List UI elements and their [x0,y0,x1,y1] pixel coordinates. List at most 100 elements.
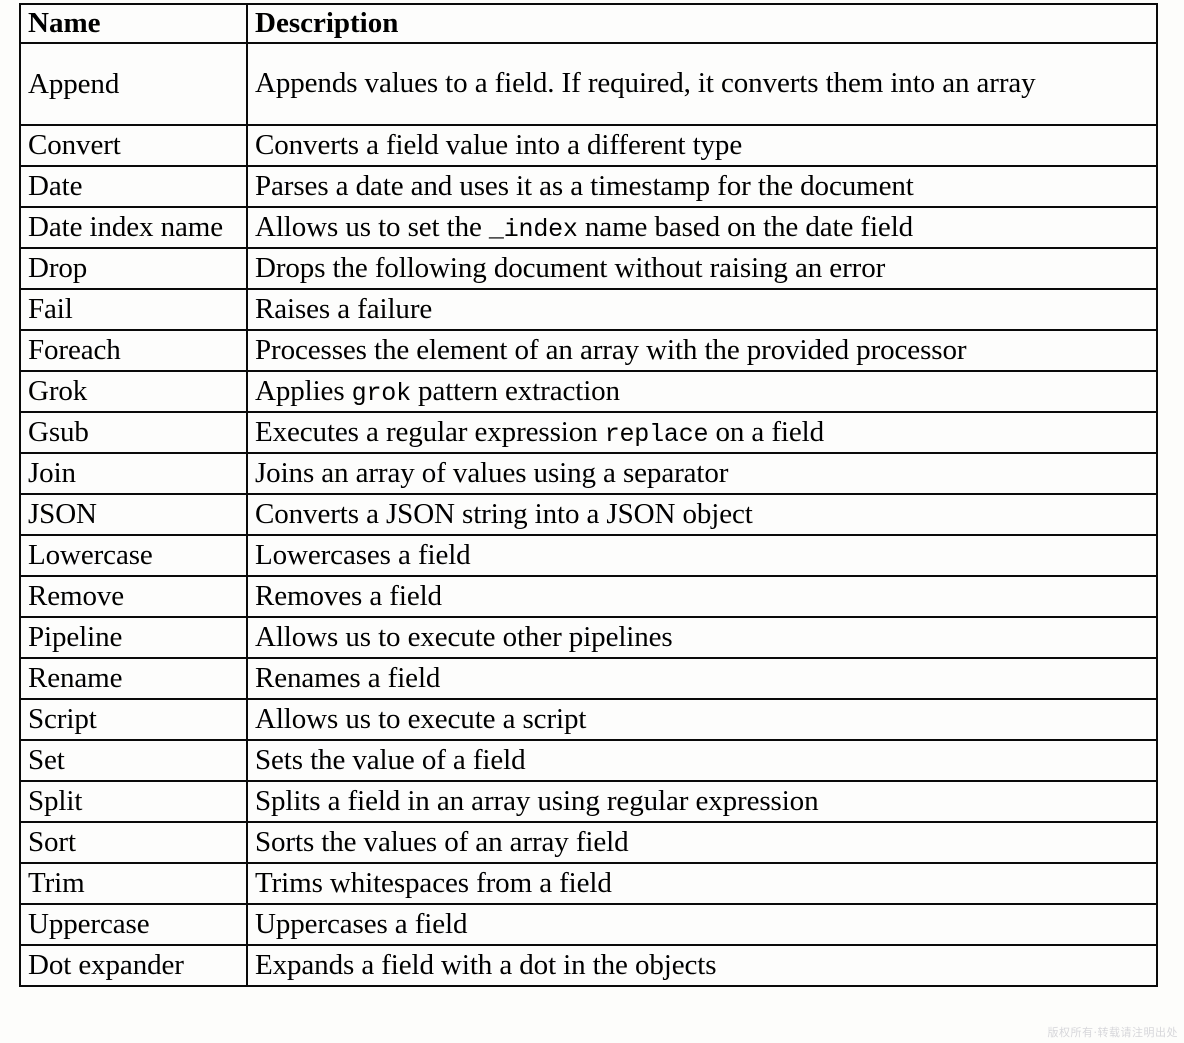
processors-table: Name Description Append Appends values to… [19,2,1158,988]
column-header-description: Description [246,2,1158,45]
processor-description-cell: Splits a field in an array using regular… [246,780,1158,824]
description-text: Executes a regular expression [255,416,605,449]
table-row: Script Allows us to execute a script [19,698,1158,742]
description-text-tail: name based on the date field [577,211,914,244]
table-row: Rename Renames a field [19,657,1158,701]
processor-name-cell: Trim [19,862,248,906]
processor-description-cell: Applies grok pattern extraction [246,370,1158,414]
processor-description-cell: Expands a field with a dot in the object… [246,944,1158,988]
processor-description-cell: Raises a failure [246,288,1158,332]
processors-table-container: Name Description Append Appends values to… [19,2,1158,988]
column-header-name: Name [19,2,248,45]
processor-name-cell: Grok [19,370,248,414]
table-row: Uppercase Uppercases a field [19,903,1158,947]
processor-name-cell: Lowercase [19,534,248,578]
processor-name-cell: Gsub [19,411,248,455]
processor-description-cell: Allows us to execute other pipelines [246,616,1158,660]
processor-name-cell: Convert [19,124,248,168]
processor-description-cell: Parses a date and uses it as a timestamp… [246,165,1158,209]
description-text: Drops the following document without rai… [255,252,886,285]
table-row: Grok Applies grok pattern extraction [19,370,1158,414]
processor-name-cell: Fail [19,288,248,332]
table-header: Name Description [19,2,1158,45]
description-text: Allows us to execute other pipelines [255,621,673,654]
processor-description-cell: Drops the following document without rai… [246,247,1158,291]
description-text: Splits a field in an array using regular… [255,785,819,818]
processor-name-cell: Script [19,698,248,742]
description-text: Allows us to execute a script [255,703,587,736]
description-text: Processes the element of an array with t… [255,334,967,367]
description-text: Renames a field [255,662,441,695]
processor-description-cell: Converts a field value into a different … [246,124,1158,168]
description-text: Expands a field with a dot in the object… [255,949,717,982]
processor-description-cell: Joins an array of values using a separat… [246,452,1158,496]
description-code-token: _index [488,215,578,245]
description-text: Sets the value of a field [255,744,526,777]
description-text: Allows us to set the [255,211,489,244]
description-text: Joins an array of values using a separat… [255,457,729,490]
processor-name-cell: Uppercase [19,903,248,947]
processor-description-cell: Removes a field [246,575,1158,619]
processor-description-cell: Lowercases a field [246,534,1158,578]
description-text: Removes a field [255,580,442,613]
table-row: Fail Raises a failure [19,288,1158,332]
description-code-token: replace [604,420,709,450]
table-row: Date index name Allows us to set the _ind… [19,206,1158,250]
processor-description-cell: Processes the element of an array with t… [246,329,1158,373]
processor-name-cell: Split [19,780,248,824]
processor-description-cell: Appends values to a field. If required, … [246,42,1158,127]
description-text: Appends values to a field. If required, … [255,67,1036,100]
table-row: Gsub Executes a regular expression replac… [19,411,1158,455]
table-row: Set Sets the value of a field [19,739,1158,783]
table-row: Drop Drops the following document without… [19,247,1158,291]
table-row: Append Appends values to a field. If requ… [19,42,1158,127]
processor-description-cell: Executes a regular expression replace on… [246,411,1158,455]
processor-name-cell: Foreach [19,329,248,373]
description-text-tail: pattern extraction [410,375,620,408]
table-row: Foreach Processes the element of an array… [19,329,1158,373]
processor-name-cell: Pipeline [19,616,248,660]
processor-name-cell: Date index name [19,206,248,250]
watermark-text: 版权所有·转载请注明出处 [1047,1026,1178,1039]
processor-name-cell: Dot expander [19,944,248,988]
description-text: Sorts the values of an array field [255,826,629,859]
processor-name-cell: Join [19,452,248,496]
description-text: Lowercases a field [255,539,471,572]
description-text: Parses a date and uses it as a timestamp… [255,170,914,203]
description-text: Uppercases a field [255,908,468,941]
processor-description-cell: Sorts the values of an array field [246,821,1158,865]
processor-description-cell: Allows us to execute a script [246,698,1158,742]
processor-description-cell: Uppercases a field [246,903,1158,947]
description-text-tail: on a field [708,416,824,449]
description-text: Converts a JSON string into a JSON objec… [255,498,753,531]
table-row: Date Parses a date and uses it as a times… [19,165,1158,209]
table-row: Convert Converts a field value into a dif… [19,124,1158,168]
document-page: Name Description Append Appends values to… [0,0,1184,1043]
description-text: Trims whitespaces from a field [255,867,612,900]
processor-name-cell: Remove [19,575,248,619]
processor-description-cell: Sets the value of a field [246,739,1158,783]
table-row: Remove Removes a field [19,575,1158,619]
description-text: Applies [255,375,352,408]
table-row: Join Joins an array of values using a sep… [19,452,1158,496]
table-body: Append Appends values to a field. If requ… [19,42,1158,988]
description-text: Converts a field value into a different … [255,129,743,162]
description-text: Raises a failure [255,293,433,326]
processor-description-cell: Renames a field [246,657,1158,701]
table-row: Sort Sorts the values of an array field [19,821,1158,865]
processor-name-cell: Append [19,42,248,127]
processor-name-cell: Drop [19,247,248,291]
processor-description-cell: Converts a JSON string into a JSON objec… [246,493,1158,537]
table-header-row: Name Description [19,2,1158,45]
description-code-token: grok [351,379,411,409]
table-row: Pipeline Allows us to execute other pipel… [19,616,1158,660]
table-row: Lowercase Lowercases a field [19,534,1158,578]
table-row: Split Splits a field in an array using re… [19,780,1158,824]
table-row: Trim Trims whitespaces from a field [19,862,1158,906]
processor-name-cell: Date [19,165,248,209]
table-row: Dot expander Expands a field with a dot i… [19,944,1158,988]
processor-name-cell: Rename [19,657,248,701]
processor-name-cell: Sort [19,821,248,865]
processor-description-cell: Allows us to set the _index name based o… [246,206,1158,250]
processor-description-cell: Trims whitespaces from a field [246,862,1158,906]
